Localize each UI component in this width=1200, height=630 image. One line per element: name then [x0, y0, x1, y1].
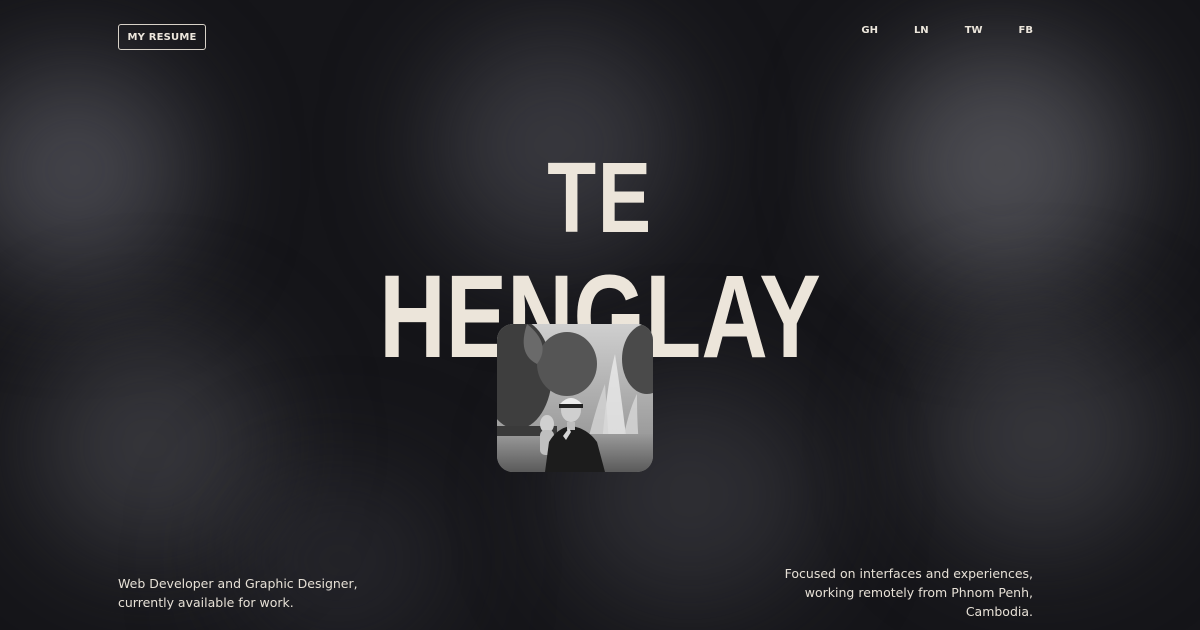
- social-link-twitter[interactable]: TW: [965, 25, 983, 36]
- tagline-line: Cambodia.: [965, 604, 1033, 619]
- landing-page: MY RESUME GH LN TW FB TE HENGLAY Web Dev…: [0, 0, 1200, 630]
- tagline-focus: Focused on interfaces and experiences, w…: [785, 564, 1033, 621]
- social-links: GH LN TW FB: [825, 25, 1033, 36]
- portrait-photo: [497, 324, 653, 472]
- tagline-line: Focused on interfaces and experiences,: [784, 566, 1033, 581]
- tagline-line: working remotely from Phnom Penh,: [804, 585, 1033, 600]
- tagline-line: Web Developer and Graphic Designer,: [118, 576, 358, 591]
- hero-first-name: TE: [547, 142, 653, 254]
- tagline-line: currently available for work.: [118, 595, 294, 610]
- social-link-linkedin[interactable]: LN: [914, 25, 929, 36]
- social-link-facebook[interactable]: FB: [1019, 25, 1033, 36]
- social-link-github[interactable]: GH: [861, 25, 878, 36]
- my-resume-button[interactable]: MY RESUME: [118, 24, 206, 50]
- tagline-role: Web Developer and Graphic Designer, curr…: [118, 574, 358, 612]
